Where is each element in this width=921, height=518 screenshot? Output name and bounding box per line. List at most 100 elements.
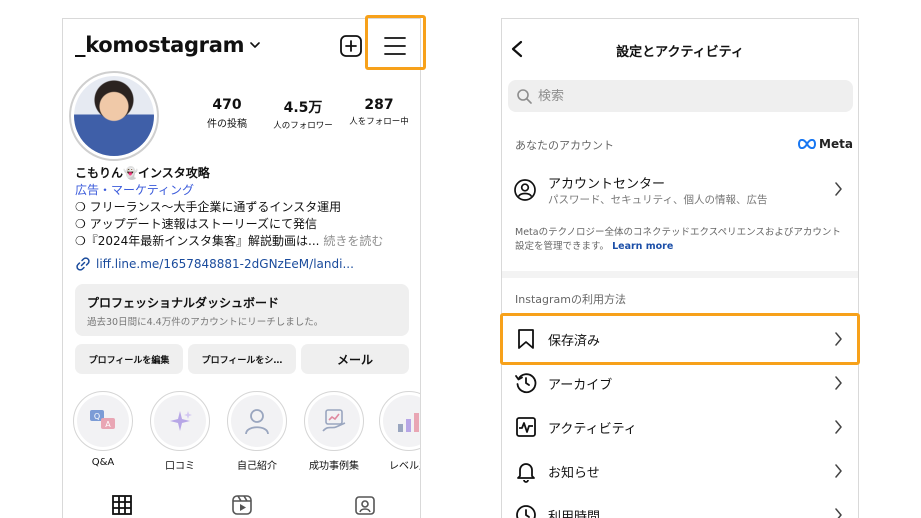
read-more-link[interactable]: 続きを読む: [320, 234, 383, 248]
clock-icon: [516, 505, 536, 518]
chevron-right-icon: [835, 182, 842, 196]
followers-count-label: 人のフォロワー: [273, 121, 333, 131]
following-count-value: 287: [364, 97, 394, 113]
menu-item-archive[interactable]: アーカイブ: [502, 361, 858, 405]
account-center-title: アカウントセンター: [548, 177, 666, 192]
share-profile-button[interactable]: プロフィールをシ…: [188, 344, 296, 374]
following-count[interactable]: 287 人をフォロー中: [341, 97, 417, 131]
highlight-cover: [308, 395, 360, 447]
menu-item-notifications[interactable]: お知らせ: [502, 449, 858, 493]
dashboard-title: プロフェッショナルダッシュボード: [87, 296, 280, 310]
grid-icon[interactable]: [111, 494, 133, 516]
meta-infinity-icon: [798, 139, 816, 149]
archive-icon: [515, 373, 537, 394]
menu-item-label: アクティビティ: [548, 422, 637, 437]
chevron-right-icon: [835, 332, 842, 346]
email-button[interactable]: メール: [301, 344, 409, 374]
page-title: 設定とアクティビティ: [616, 45, 744, 60]
highlight-ring: [150, 391, 210, 451]
posts-count-label: 件の投稿: [207, 119, 247, 130]
person-icon: [245, 409, 269, 435]
reels-icon[interactable]: [231, 494, 253, 516]
section-divider: [502, 271, 858, 278]
usage-heading: Instagramの利用方法: [515, 293, 626, 306]
tagged-icon[interactable]: [354, 494, 376, 516]
bookmark-icon: [518, 329, 534, 349]
hamburger-menu-icon[interactable]: [383, 35, 407, 57]
bio-link[interactable]: liff.line.me/1657848881-2dGNzEeM/landi..…: [75, 256, 354, 272]
followers-count-value: 4.5万: [283, 100, 323, 116]
highlight-cover: Q A: [77, 395, 129, 447]
highlight-levels[interactable]: レベル別: [377, 391, 420, 472]
meta-note-text: Metaのテクノロジー全体のコネクテッドエクスペリエンスおよびアカウント設定を管…: [515, 227, 841, 252]
menu-item-saved[interactable]: 保存済み: [502, 317, 858, 361]
posts-count-value: 470: [212, 97, 242, 113]
bio-line: ❍『2024年最新インスタ集客』解説動画は... 続きを読む: [75, 233, 415, 250]
posts-count[interactable]: 470 件の投稿: [189, 97, 265, 131]
chart-icon: [398, 413, 419, 432]
highlight-qa[interactable]: Q A Q&A: [71, 391, 135, 468]
account-switcher[interactable]: _komostagram: [75, 33, 261, 57]
svg-text:A: A: [105, 420, 111, 429]
menu-item-time-spent[interactable]: 利用時間: [502, 493, 858, 518]
search-input[interactable]: [538, 88, 838, 104]
following-count-label: 人をフォロー中: [349, 117, 409, 127]
svg-text:Q: Q: [94, 412, 100, 421]
dashboard-subtitle: 過去30日間に4.4万件のアカウントにリーチしました。: [87, 317, 324, 328]
followers-count[interactable]: 4.5万 人のフォロワー: [265, 97, 341, 131]
highlight-label: 成功事例集: [309, 461, 359, 472]
avatar-photo: [74, 76, 154, 156]
create-post-icon[interactable]: [339, 34, 363, 58]
highlight-cover: [154, 395, 206, 447]
meta-accounts-note: Metaのテクノロジー全体のコネクテッドエクスペリエンスおよびアカウント設定を管…: [515, 226, 850, 254]
your-account-heading: あなたのアカウント: [515, 139, 614, 152]
qa-icon: Q A: [90, 410, 115, 429]
bio-category[interactable]: 広告・マーケティング: [75, 182, 415, 199]
menu-item-activity[interactable]: アクティビティ: [502, 405, 858, 449]
professional-dashboard[interactable]: プロフェッショナルダッシュボード 過去30日間に4.4万件のアカウントにリーチし…: [75, 284, 409, 336]
highlight-label: 自己紹介: [237, 461, 277, 472]
search-bar[interactable]: [508, 80, 853, 112]
learn-more-link[interactable]: Learn more: [612, 241, 673, 252]
highlight-cover: [231, 395, 283, 447]
highlight-cover: [383, 395, 420, 447]
chevron-right-icon: [835, 420, 842, 434]
account-center-subtitle: パスワード、セキュリティ、個人の情報、広告: [548, 194, 768, 206]
menu-item-label: お知らせ: [548, 466, 600, 481]
success-icon: [322, 409, 346, 432]
bio-display-name: こもりん👻インスタ攻略: [75, 166, 210, 180]
account-center-row[interactable]: アカウントセンター パスワード、セキュリティ、個人の情報、広告: [502, 167, 858, 225]
highlight-label: レベル別: [389, 461, 420, 472]
highlight-ring: [379, 391, 420, 451]
profile-bio: こもりん👻インスタ攻略 広告・マーケティング ❍ フリーランス〜大手企業に通ずる…: [75, 165, 415, 250]
meta-logo-text: Meta: [819, 137, 853, 151]
bio-line: ❍ フリーランス〜大手企業に通ずるインスタ運用: [75, 200, 342, 214]
chevron-right-icon: [835, 376, 842, 390]
bio-link-text: liff.line.me/1657848881-2dGNzEeM/landi..…: [96, 257, 354, 271]
profile-screen: _komostagram 470 件の投稿 4.5万 人のフォロワー 287 人…: [62, 18, 421, 518]
highlight-success[interactable]: 成功事例集: [302, 391, 366, 472]
edit-profile-button[interactable]: プロフィールを編集: [75, 344, 183, 374]
profile-username: _komostagram: [75, 33, 245, 57]
link-icon: [76, 257, 90, 271]
highlight-intro[interactable]: 自己紹介: [225, 391, 289, 472]
sparkle-icon: [170, 411, 192, 431]
account-circle-icon: [514, 179, 536, 201]
bell-icon: [517, 463, 535, 483]
menu-item-label: 保存済み: [548, 334, 601, 349]
activity-icon: [516, 417, 536, 437]
meta-logo: Meta: [798, 137, 853, 151]
chevron-right-icon: [835, 508, 842, 518]
search-icon: [517, 89, 532, 104]
highlight-ring: Q A: [73, 391, 133, 451]
profile-avatar[interactable]: [69, 71, 159, 161]
profile-stats: 470 件の投稿 4.5万 人のフォロワー 287 人をフォロー中: [189, 97, 417, 131]
chevron-right-icon: [835, 464, 842, 478]
menu-item-label: アーカイブ: [548, 378, 613, 393]
settings-screen: 設定とアクティビティ あなたのアカウント Meta アカウントセンター パスワー…: [501, 18, 859, 518]
highlight-reviews[interactable]: 口コミ: [148, 391, 212, 472]
bio-line-text: ❍『2024年最新インスタ集客』解説動画は...: [75, 234, 320, 248]
highlight-ring: [304, 391, 364, 451]
menu-item-label: 利用時間: [548, 510, 601, 518]
highlight-label: 口コミ: [165, 461, 195, 472]
